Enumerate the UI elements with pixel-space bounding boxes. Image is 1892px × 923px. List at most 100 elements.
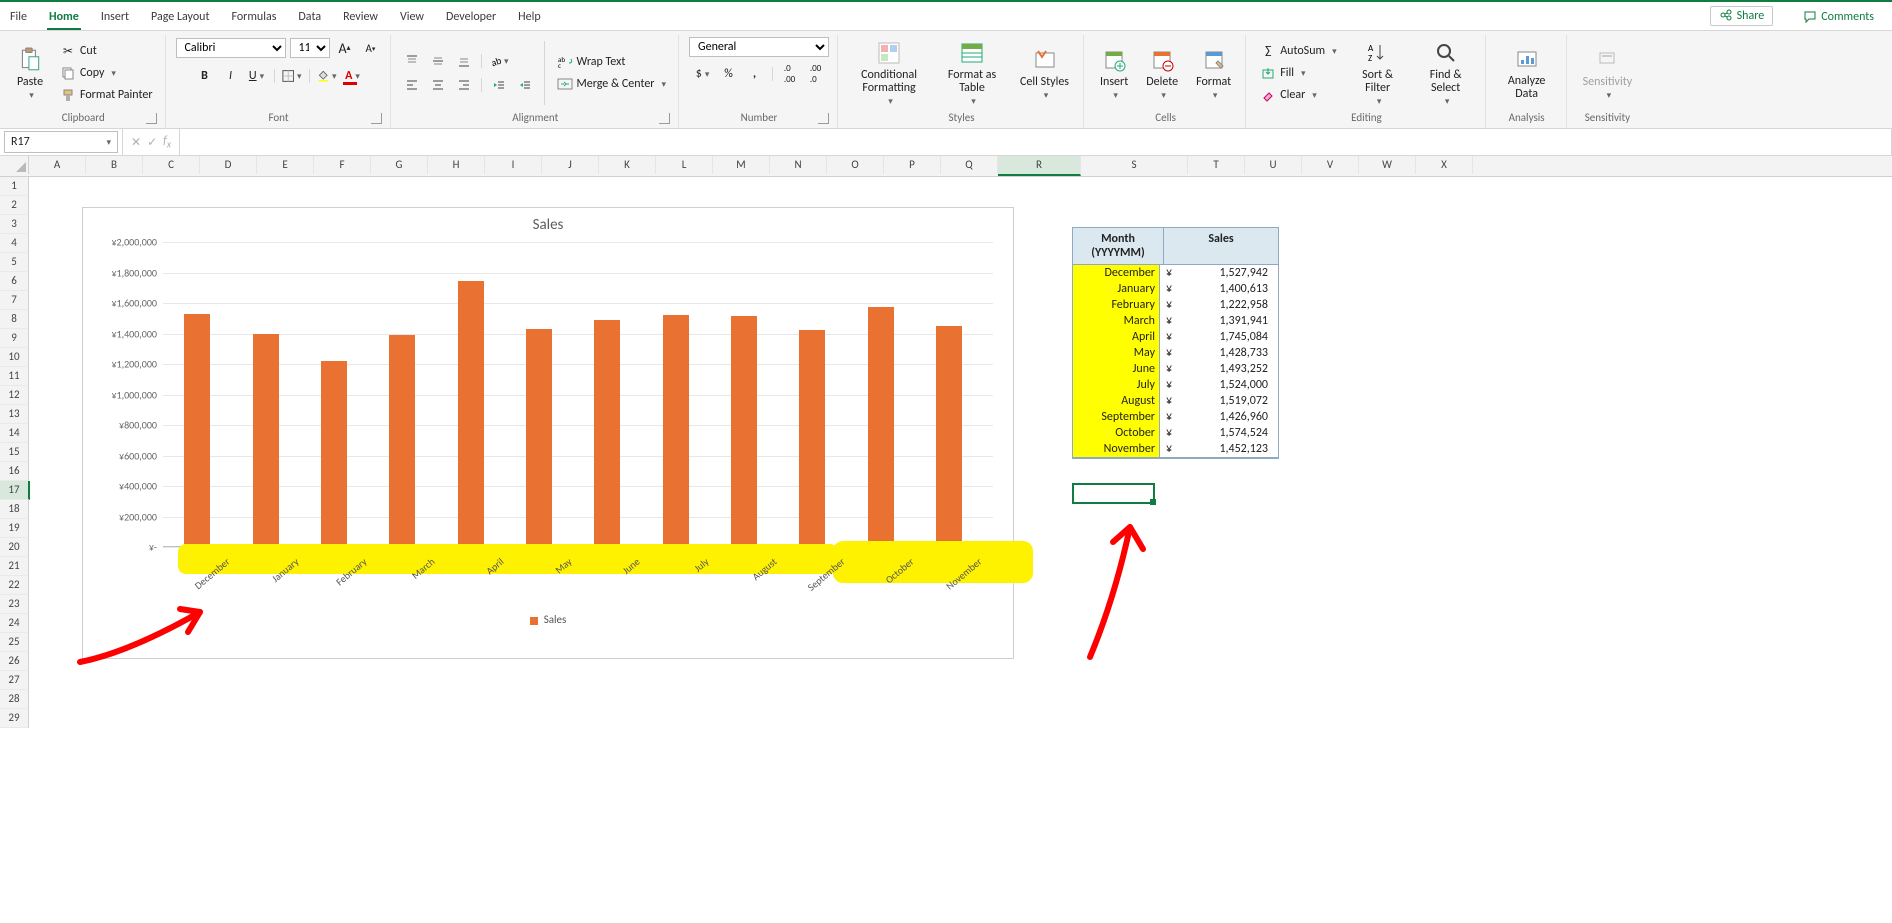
- currency-button[interactable]: $: [692, 63, 714, 85]
- row-header[interactable]: 5: [0, 253, 29, 272]
- tab-home[interactable]: Home: [47, 6, 81, 30]
- table-row[interactable]: July¥1,524,000: [1073, 377, 1278, 393]
- decrease-font-button[interactable]: A▾: [360, 37, 382, 59]
- fill-button[interactable]: Fill: [1256, 63, 1340, 83]
- find-select-button[interactable]: Find & Select: [1415, 37, 1477, 109]
- table-row[interactable]: June¥1,493,252: [1073, 361, 1278, 377]
- fx-icon[interactable]: fx: [163, 134, 171, 150]
- column-header[interactable]: D: [200, 156, 257, 174]
- column-header[interactable]: Q: [941, 156, 998, 174]
- column-header[interactable]: A: [29, 156, 86, 174]
- row-header[interactable]: 15: [0, 443, 29, 462]
- table-row[interactable]: January¥1,400,613: [1073, 281, 1278, 297]
- increase-decimal-button[interactable]: .0.00: [779, 63, 801, 85]
- row-header[interactable]: 16: [0, 462, 29, 481]
- select-all-corner[interactable]: [0, 156, 29, 174]
- row-header[interactable]: 8: [0, 310, 29, 329]
- row-header[interactable]: 20: [0, 538, 29, 557]
- row-header[interactable]: 12: [0, 386, 29, 405]
- column-header[interactable]: T: [1188, 156, 1245, 174]
- increase-indent-button[interactable]: [514, 74, 536, 96]
- column-header[interactable]: K: [599, 156, 656, 174]
- paste-button[interactable]: Paste: [10, 44, 50, 103]
- cut-button[interactable]: ✂ Cut: [56, 41, 157, 61]
- tab-file[interactable]: File: [8, 6, 29, 30]
- column-header[interactable]: I: [485, 156, 542, 174]
- borders-button[interactable]: [281, 65, 303, 87]
- comma-button[interactable]: ,: [744, 63, 766, 85]
- sales-chart[interactable]: Sales ¥-¥200,000¥400,000¥600,000¥800,000…: [82, 207, 1014, 659]
- comments-button[interactable]: Comments: [1795, 8, 1882, 26]
- row-header[interactable]: 27: [0, 671, 29, 690]
- align-left-button[interactable]: [401, 74, 423, 96]
- row-header[interactable]: 1: [0, 177, 29, 196]
- row-header[interactable]: 3: [0, 215, 29, 234]
- share-button[interactable]: Share: [1710, 6, 1774, 26]
- align-bottom-button[interactable]: [453, 50, 475, 72]
- column-header[interactable]: E: [257, 156, 314, 174]
- font-size-select[interactable]: 11: [290, 38, 330, 58]
- row-header[interactable]: 18: [0, 500, 29, 519]
- row-header[interactable]: 22: [0, 576, 29, 595]
- table-row[interactable]: August¥1,519,072: [1073, 393, 1278, 409]
- insert-cells-button[interactable]: Insert: [1094, 44, 1134, 103]
- row-header[interactable]: 2: [0, 196, 29, 215]
- chart-bar[interactable]: [458, 281, 484, 547]
- fill-color-button[interactable]: [316, 65, 338, 87]
- chart-bar[interactable]: [663, 315, 689, 547]
- row-header[interactable]: 21: [0, 557, 29, 576]
- wrap-text-button[interactable]: abc Wrap Text: [553, 52, 671, 72]
- column-header[interactable]: X: [1416, 156, 1473, 174]
- format-painter-button[interactable]: Format Painter: [56, 85, 157, 105]
- table-row[interactable]: October¥1,574,524: [1073, 425, 1278, 441]
- column-header[interactable]: C: [143, 156, 200, 174]
- sensitivity-button[interactable]: Sensitivity: [1577, 44, 1639, 103]
- dialog-launcher-icon[interactable]: [371, 113, 382, 124]
- tab-view[interactable]: View: [398, 6, 426, 30]
- row-header[interactable]: 19: [0, 519, 29, 538]
- delete-cells-button[interactable]: Delete: [1140, 44, 1184, 103]
- sort-filter-button[interactable]: AZ Sort & Filter: [1347, 37, 1409, 109]
- row-header[interactable]: 13: [0, 405, 29, 424]
- column-header[interactable]: R: [998, 156, 1081, 176]
- dialog-launcher-icon[interactable]: [818, 113, 829, 124]
- chart-bar[interactable]: [936, 326, 962, 547]
- row-header[interactable]: 9: [0, 329, 29, 348]
- autosum-button[interactable]: ∑AutoSum: [1256, 41, 1340, 61]
- italic-button[interactable]: I: [220, 65, 242, 87]
- format-cells-button[interactable]: Format: [1190, 44, 1237, 103]
- tab-formulas[interactable]: Formulas: [229, 6, 278, 30]
- merge-center-button[interactable]: Merge & Center: [553, 74, 671, 94]
- row-header[interactable]: 29: [0, 709, 29, 728]
- chart-bar[interactable]: [321, 361, 347, 548]
- tab-developer[interactable]: Developer: [444, 6, 498, 30]
- selected-cell[interactable]: [1072, 483, 1155, 504]
- font-color-button[interactable]: A: [342, 65, 364, 87]
- conditional-formatting-button[interactable]: Conditional Formatting: [848, 37, 930, 109]
- row-header[interactable]: 4: [0, 234, 29, 253]
- column-header[interactable]: F: [314, 156, 371, 174]
- column-header[interactable]: M: [713, 156, 770, 174]
- table-row[interactable]: April¥1,745,084: [1073, 329, 1278, 345]
- row-header[interactable]: 25: [0, 633, 29, 652]
- clear-button[interactable]: Clear: [1256, 85, 1340, 105]
- column-header[interactable]: N: [770, 156, 827, 174]
- column-header[interactable]: H: [428, 156, 485, 174]
- tab-data[interactable]: Data: [296, 6, 323, 30]
- accept-formula-icon[interactable]: ✓: [147, 135, 157, 150]
- chart-bar[interactable]: [594, 320, 620, 548]
- column-header[interactable]: S: [1081, 156, 1188, 174]
- row-header[interactable]: 24: [0, 614, 29, 633]
- row-header[interactable]: 28: [0, 690, 29, 709]
- copy-button[interactable]: Copy: [56, 63, 157, 83]
- font-name-select[interactable]: Calibri: [176, 38, 286, 58]
- tab-help[interactable]: Help: [516, 6, 543, 30]
- chart-bar[interactable]: [253, 334, 279, 548]
- percent-button[interactable]: %: [718, 63, 740, 85]
- table-row[interactable]: May¥1,428,733: [1073, 345, 1278, 361]
- underline-button[interactable]: U: [246, 65, 268, 87]
- align-middle-button[interactable]: [427, 50, 449, 72]
- tab-review[interactable]: Review: [341, 6, 380, 30]
- decrease-decimal-button[interactable]: .00.0: [805, 63, 827, 85]
- format-as-table-button[interactable]: Format as Table: [936, 37, 1008, 109]
